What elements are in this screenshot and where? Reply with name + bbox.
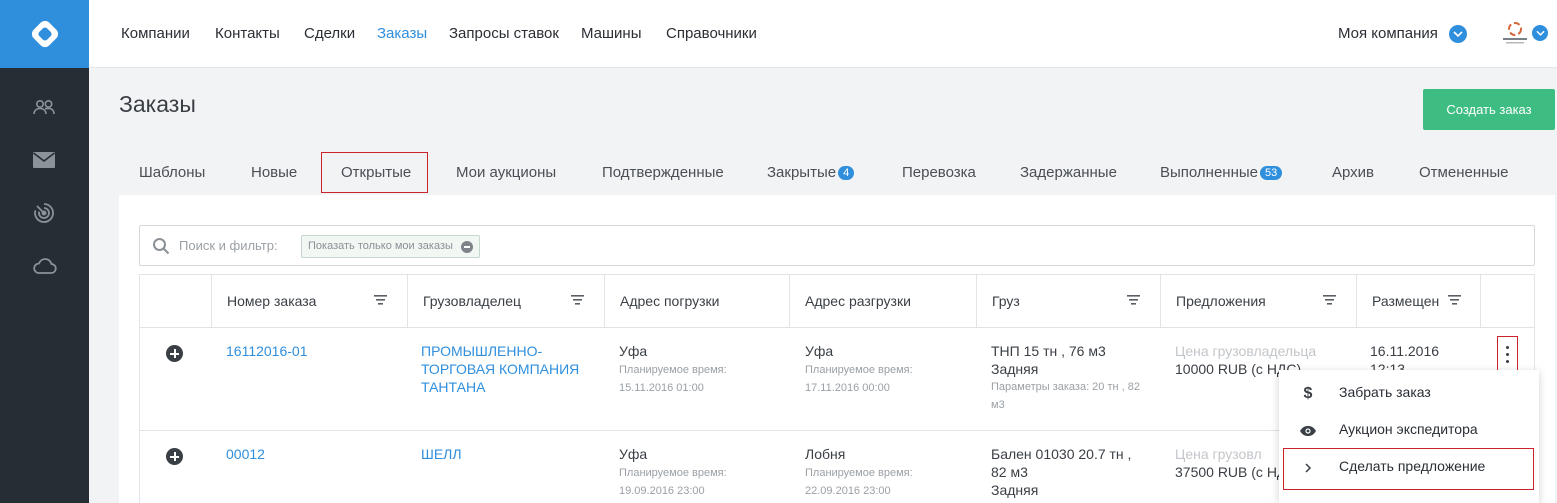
load-city: Уфа [619, 446, 648, 462]
row-actions-menu-button[interactable] [1497, 336, 1518, 371]
tab-confirmed[interactable]: Подтвержденные [602, 164, 724, 181]
top-nav: Компании Контакты Сделки Заказы Запросы … [89, 0, 1557, 68]
nav-directories[interactable]: Справочники [666, 25, 757, 42]
tab-my-auctions[interactable]: Мои аукционы [456, 164, 556, 181]
column-header-owner[interactable]: Грузовладелец [408, 275, 605, 327]
radar-icon[interactable] [31, 200, 57, 226]
sidebar [0, 0, 89, 503]
unload-time: 22.09.2016 23:00 [805, 485, 891, 497]
nav-vehicles[interactable]: Машины [581, 25, 641, 42]
menu-item-highlight [1283, 448, 1534, 490]
filter-chip[interactable]: Показать только мои заказы [301, 235, 480, 258]
column-header-expand [140, 275, 212, 327]
load-time: 15.11.2016 01:00 [619, 382, 704, 394]
tab-archive[interactable]: Архив [1332, 164, 1374, 181]
placed-time: 12:13 [1370, 361, 1406, 370]
users-icon[interactable] [31, 94, 57, 120]
page-title: Заказы [119, 91, 196, 117]
sort-icon[interactable] [571, 294, 584, 305]
tab-cancelled[interactable]: Отмененные [1419, 164, 1509, 181]
unload-city: Уфа [805, 343, 834, 359]
tab-label: Закрытые [767, 164, 837, 181]
dollar-icon: $ [1303, 385, 1313, 402]
load-time-label: Планируемое время: [619, 467, 727, 479]
unload-time: 17.11.2016 00:00 [805, 382, 890, 394]
sort-icon[interactable] [1448, 294, 1461, 305]
chevron-down-icon[interactable] [1449, 25, 1467, 43]
column-header-cargo[interactable]: Груз [977, 275, 1161, 327]
search-placeholder: Поиск и фильтр: [179, 238, 278, 253]
sort-icon[interactable] [1323, 294, 1336, 305]
offer-label: Цена грузовладельца [1175, 343, 1317, 359]
nav-companies[interactable]: Компании [121, 25, 190, 42]
cargo-params: Параметры заказа: 20 тн , 82 м3 [991, 381, 1140, 411]
expand-row-icon[interactable] [166, 345, 183, 362]
tab-completed[interactable]: Выполненные 53 [1160, 164, 1283, 181]
placed-date: 16.11.2016 [1370, 343, 1440, 359]
tab-templates[interactable]: Шаблоны [139, 164, 205, 181]
create-order-button[interactable]: Создать заказ [1423, 89, 1555, 130]
menu-item-forwarder-auction[interactable]: Аукцион экспедитора [1279, 412, 1539, 449]
sort-icon[interactable] [1127, 294, 1140, 305]
sort-icon[interactable] [374, 294, 387, 305]
menu-item-label: Аукцион экспедитора [1339, 421, 1478, 437]
remove-filter-icon[interactable] [460, 241, 473, 253]
menu-item-label: Забрать заказ [1339, 384, 1431, 400]
nav-rate-requests[interactable]: Запросы ставок [449, 25, 559, 42]
order-number-link[interactable]: 00012 [226, 445, 265, 463]
column-header-order-number[interactable]: Номер заказа [212, 275, 408, 327]
expand-row-icon[interactable] [166, 448, 183, 465]
load-time-label: Планируемое время: [619, 364, 727, 376]
column-header-offers[interactable]: Предложения [1161, 275, 1357, 327]
nav-contacts[interactable]: Контакты [215, 25, 280, 42]
chevron-down-icon[interactable] [1532, 25, 1548, 41]
offer-label: Цена грузовл [1175, 446, 1262, 462]
unload-time-label: Планируемое время: [805, 467, 913, 479]
column-header-unload-address[interactable]: Адрес разгрузки [790, 275, 977, 327]
order-number-link[interactable]: 16112016-01 [226, 342, 307, 360]
column-header-load-address[interactable]: Адрес погрузки [605, 275, 790, 327]
divider [140, 327, 1534, 328]
count-badge: 53 [1260, 166, 1283, 180]
company-selector[interactable]: Моя компания [1338, 25, 1438, 42]
menu-item-take-order[interactable]: $ Забрать заказ [1279, 375, 1539, 412]
cloud-icon[interactable] [31, 253, 57, 279]
search-icon [152, 237, 170, 260]
tab-open[interactable]: Открытые [341, 164, 411, 181]
tab-label: Выполненные [1160, 164, 1258, 181]
load-time: 19.09.2016 23:00 [619, 485, 705, 497]
owner-link[interactable]: ПРОМЫШЛЕННО- ТОРГОВАЯ КОМПАНИЯ ТАНТАНА [421, 342, 579, 396]
cargo: Бален 01030 20.7 тн , 82 м3 Задняя [991, 446, 1132, 498]
app-logo[interactable] [0, 0, 89, 68]
eye-icon [1299, 423, 1317, 439]
tab-new[interactable]: Новые [251, 164, 297, 181]
column-header-placed[interactable]: Размещен [1357, 275, 1481, 327]
tab-transport[interactable]: Перевозка [902, 164, 976, 181]
nav-orders[interactable]: Заказы [377, 25, 427, 42]
company-logo [1500, 20, 1530, 46]
unload-city: Лобня [805, 446, 846, 462]
cargo: ТНП 15 тн , 76 м3 Задняя [991, 343, 1106, 377]
unload-time-label: Планируемое время: [805, 364, 913, 376]
filter-chip-label: Показать только мои заказы [308, 240, 453, 252]
nav-deals[interactable]: Сделки [304, 25, 355, 42]
tab-closed[interactable]: Закрытые 4 [767, 164, 855, 181]
owner-link[interactable]: ШЕЛЛ [421, 445, 462, 463]
search-filter-field[interactable]: Поиск и фильтр: Показать только мои зака… [139, 225, 1535, 266]
load-city: Уфа [619, 343, 648, 359]
tab-delayed[interactable]: Задержанные [1020, 164, 1117, 181]
offer-value: 37500 RUB (с НД [1175, 464, 1287, 480]
mail-icon[interactable] [31, 147, 57, 173]
column-header-actions [1481, 275, 1534, 327]
count-badge: 4 [838, 166, 855, 180]
